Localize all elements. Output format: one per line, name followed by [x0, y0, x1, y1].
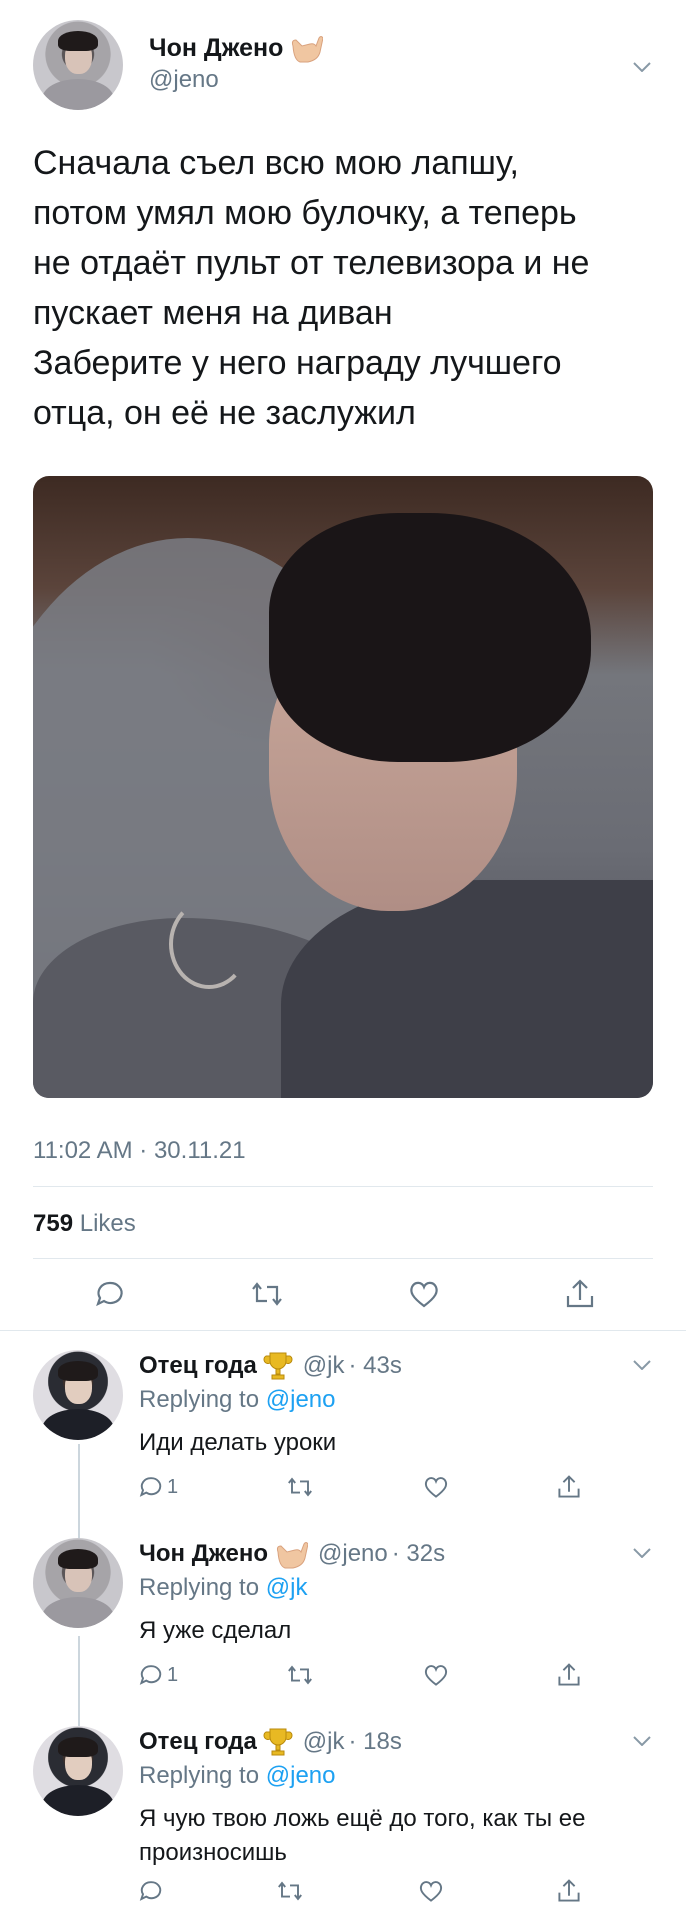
reply-time[interactable]: · 18s	[349, 1728, 402, 1756]
replying-label: Replying to	[139, 1762, 260, 1789]
reply-tweet[interactable]: Отец года @jk · 43s Replying to @jeno Ид…	[33, 1350, 658, 1530]
reply-author-name[interactable]: Отец года	[139, 1728, 257, 1756]
reply-icon	[139, 1477, 162, 1497]
retweet-icon	[288, 1665, 313, 1685]
replying-mention[interactable]: @jk	[266, 1574, 308, 1601]
reply-meta: Отец года @jk · 18s	[139, 1726, 402, 1758]
reply-button[interactable]: 1	[139, 1663, 178, 1687]
trophy-icon	[263, 1726, 293, 1758]
retweet-button[interactable]	[286, 1663, 314, 1687]
share-icon	[558, 1879, 580, 1902]
retweet-button[interactable]	[276, 1879, 304, 1903]
reply-text: Иди делать уроки	[139, 1429, 337, 1456]
retweet-icon	[251, 1282, 282, 1306]
divider	[33, 1258, 653, 1259]
divider	[33, 1186, 653, 1187]
divider	[0, 1330, 686, 1331]
replying-to: Replying to @jeno	[139, 1386, 336, 1414]
chevron-down-icon[interactable]	[633, 1736, 651, 1746]
tweet-photo[interactable]	[33, 476, 653, 1098]
tweet-text: Сначала съел всю мою лапшу, потом умял м…	[33, 138, 658, 438]
like-button[interactable]	[418, 1879, 444, 1903]
reply-time[interactable]: · 43s	[349, 1352, 402, 1380]
reply-tweet[interactable]: Отец года @jk · 18s Replying to @jeno Я …	[33, 1726, 658, 1916]
reply-author-handle[interactable]: @jk	[303, 1352, 345, 1380]
heart-icon	[419, 1881, 442, 1902]
reply-icon	[139, 1665, 162, 1685]
reply-text: Я уже сделал	[139, 1617, 292, 1644]
retweet-icon	[288, 1477, 313, 1497]
share-button[interactable]	[557, 1662, 581, 1688]
reply-meta: Отец года @jk · 43s	[139, 1350, 402, 1382]
share-icon	[566, 1279, 594, 1308]
avatar[interactable]	[33, 1538, 123, 1628]
chevron-down-icon[interactable]	[633, 62, 651, 72]
likes-count[interactable]: 759 Likes	[33, 1210, 136, 1238]
retweet-button[interactable]	[250, 1279, 284, 1309]
share-button[interactable]	[557, 1878, 581, 1904]
tweet-timestamp[interactable]: 11:02 AM · 30.11.21	[33, 1137, 246, 1165]
author-block: Чон Джено @jeno	[149, 32, 324, 94]
reply-count: 1	[167, 1663, 179, 1686]
retweet-button[interactable]	[286, 1475, 314, 1499]
tweet-header: Чон Джено @jeno	[33, 20, 653, 110]
replying-label: Replying to	[139, 1574, 260, 1601]
heart-icon	[410, 1281, 439, 1308]
share-button[interactable]	[565, 1278, 595, 1310]
reply-actions: 1	[139, 1474, 581, 1500]
replying-label: Replying to	[139, 1386, 260, 1413]
like-button[interactable]	[423, 1475, 449, 1499]
share-icon	[558, 1475, 580, 1498]
reply-button[interactable]: 1	[139, 1475, 178, 1499]
replying-to: Replying to @jeno	[139, 1762, 336, 1790]
likes-label: Likes	[79, 1210, 136, 1237]
tweet-actions	[95, 1278, 595, 1310]
avatar[interactable]	[33, 20, 123, 110]
call-me-hand-icon	[274, 1538, 309, 1570]
author-handle[interactable]: @jeno	[149, 66, 323, 94]
avatar[interactable]	[33, 1726, 123, 1816]
reply-time[interactable]: · 32s	[392, 1540, 445, 1568]
retweet-icon	[278, 1881, 303, 1901]
reply-tweet[interactable]: Чон Джено @jeno · 32s Replying to @jk Я …	[33, 1538, 658, 1718]
share-button[interactable]	[557, 1474, 581, 1500]
reply-actions	[139, 1878, 581, 1904]
heart-icon	[424, 1665, 447, 1686]
share-icon	[558, 1663, 580, 1686]
replying-mention[interactable]: @jeno	[266, 1386, 336, 1413]
reply-icon	[96, 1281, 123, 1307]
replying-to: Replying to @jk	[139, 1574, 307, 1602]
like-button[interactable]	[423, 1663, 449, 1687]
reply-meta: Чон Джено @jeno · 32s	[139, 1538, 445, 1570]
replying-mention[interactable]: @jeno	[266, 1762, 336, 1789]
reply-actions: 1	[139, 1662, 581, 1688]
reply-author-name[interactable]: Отец года	[139, 1352, 257, 1380]
like-button[interactable]	[408, 1279, 440, 1309]
reply-icon	[139, 1881, 162, 1901]
reply-button[interactable]	[95, 1279, 125, 1309]
avatar[interactable]	[33, 1350, 123, 1440]
likes-number: 759	[33, 1210, 74, 1237]
reply-count: 1	[167, 1475, 179, 1498]
reply-author-handle[interactable]: @jeno	[318, 1540, 388, 1568]
reply-author-handle[interactable]: @jk	[303, 1728, 345, 1756]
author-name[interactable]: Чон Джено	[149, 34, 283, 63]
chevron-down-icon[interactable]	[633, 1360, 651, 1370]
reply-button[interactable]	[139, 1879, 163, 1903]
call-me-hand-icon	[289, 32, 324, 64]
reply-author-name[interactable]: Чон Джено	[139, 1540, 268, 1568]
reply-text: Я чую твою ложь ещё до того, как ты ее п…	[139, 1805, 586, 1866]
heart-icon	[424, 1477, 447, 1498]
trophy-icon	[263, 1350, 293, 1382]
chevron-down-icon[interactable]	[633, 1548, 651, 1558]
tweet-body: Сначала съел всю мою лапшу, потом умял м…	[33, 144, 590, 432]
